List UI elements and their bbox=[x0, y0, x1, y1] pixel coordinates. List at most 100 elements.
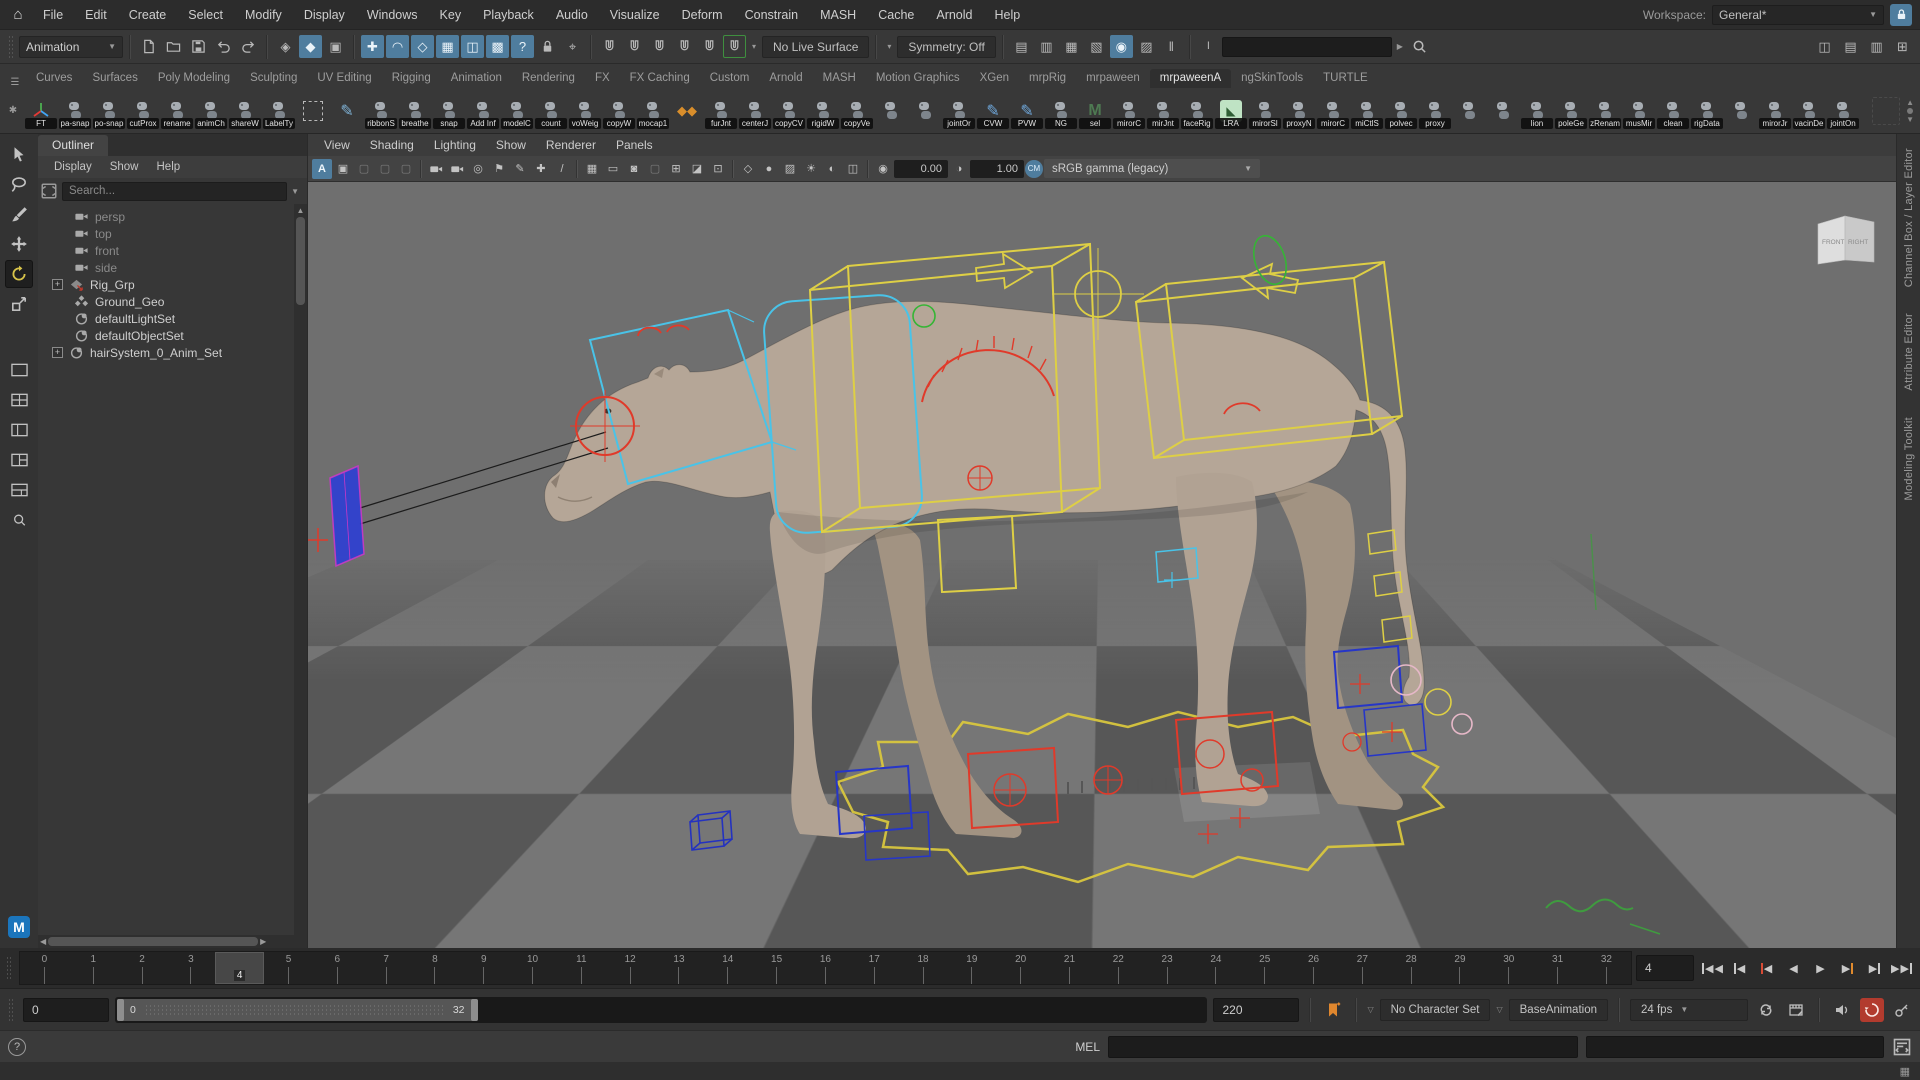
menu-constrain[interactable]: Constrain bbox=[734, 0, 810, 30]
xray-icon[interactable]: ◫ bbox=[843, 159, 863, 179]
play-backwards-button[interactable]: ◀ bbox=[1781, 955, 1806, 981]
save-scene-icon[interactable] bbox=[187, 35, 210, 58]
timeline-frame-27[interactable]: 27 bbox=[1338, 952, 1387, 984]
drag-handle[interactable] bbox=[8, 998, 15, 1022]
shelf-button-rename[interactable]: rename bbox=[160, 91, 194, 131]
timeline-frame-9[interactable]: 9 bbox=[459, 952, 508, 984]
outliner-tab[interactable]: Outliner bbox=[38, 135, 108, 156]
timeline-frame-14[interactable]: 14 bbox=[703, 952, 752, 984]
timeline-frame-7[interactable]: 7 bbox=[362, 952, 411, 984]
timeline-frame-1[interactable]: 1 bbox=[69, 952, 118, 984]
shelf-button-copycv[interactable]: copyCV bbox=[772, 91, 806, 131]
select-object-icon[interactable]: ◆ bbox=[299, 35, 322, 58]
shelf-button-mirjnt[interactable]: mirJnt bbox=[1146, 91, 1180, 131]
outliner-item-front[interactable]: front bbox=[38, 242, 294, 259]
tool-settings-toggle-icon[interactable]: ▥ bbox=[1865, 35, 1888, 58]
menu-help[interactable]: Help bbox=[984, 0, 1032, 30]
outliner-item-persp[interactable]: persp bbox=[38, 208, 294, 225]
shelf-tab-arnold[interactable]: Arnold bbox=[759, 69, 812, 88]
workspace-select[interactable]: General* ▼ bbox=[1712, 5, 1884, 25]
mel-label[interactable]: MEL bbox=[1075, 1040, 1100, 1054]
timeline-frame-2[interactable]: 2 bbox=[118, 952, 167, 984]
shelf-button-copyve[interactable]: copyVe bbox=[840, 91, 874, 131]
menu-create[interactable]: Create bbox=[118, 0, 178, 30]
snap-to-planes-icon[interactable] bbox=[698, 35, 721, 58]
timeline-frame-31[interactable]: 31 bbox=[1533, 952, 1582, 984]
shelf-button[interactable]: ◆◆ bbox=[670, 91, 704, 131]
shelf-button-furjnt[interactable]: furJnt bbox=[704, 91, 738, 131]
shelf-button-animch[interactable]: animCh bbox=[194, 91, 228, 131]
make-object-live-icon[interactable] bbox=[723, 35, 746, 58]
persp-graph-layout-button[interactable] bbox=[5, 446, 33, 474]
scroll-thumb[interactable] bbox=[48, 937, 258, 946]
chevron-down-icon[interactable]: ▽ bbox=[1496, 1005, 1502, 1014]
film-gate-icon[interactable]: ▭ bbox=[603, 159, 623, 179]
shelf-button[interactable] bbox=[1724, 91, 1758, 131]
shelf-tab-sculpting[interactable]: Sculpting bbox=[240, 69, 307, 88]
timeline-frame-25[interactable]: 25 bbox=[1240, 952, 1289, 984]
select-camera-icon[interactable] bbox=[426, 159, 446, 179]
shelf-button-count[interactable]: count bbox=[534, 91, 568, 131]
fps-select[interactable]: 24 fps▼ bbox=[1630, 999, 1748, 1021]
timeline-frame-12[interactable]: 12 bbox=[606, 952, 655, 984]
view-transform-toggle-icon[interactable]: A bbox=[312, 159, 332, 179]
shelf-tab-xgen[interactable]: XGen bbox=[970, 69, 1019, 88]
move-tool[interactable] bbox=[5, 230, 33, 258]
shelf-button-copyw[interactable]: copyW bbox=[602, 91, 636, 131]
shelf-tab-mash[interactable]: MASH bbox=[813, 69, 866, 88]
wireframe-icon[interactable]: ◇ bbox=[738, 159, 758, 179]
zoom-layout-button[interactable] bbox=[5, 506, 33, 534]
menu-set-select[interactable]: Animation ▼ bbox=[19, 36, 123, 58]
outliner-item-defaultobjectset[interactable]: defaultObjectSet bbox=[38, 327, 294, 344]
lion-model[interactable] bbox=[545, 301, 1424, 838]
render-view-icon[interactable]: ▦ bbox=[1060, 35, 1083, 58]
shelf-tab-uv-editing[interactable]: UV Editing bbox=[307, 69, 381, 88]
timeline-frame-21[interactable]: 21 bbox=[1045, 952, 1094, 984]
step-forward-frame-button[interactable]: ▶ bbox=[1835, 955, 1860, 981]
snap-to-curves-icon[interactable] bbox=[623, 35, 646, 58]
single-pane-layout-button[interactable] bbox=[5, 356, 33, 384]
pan-zoom-icon[interactable]: ✚ bbox=[531, 159, 551, 179]
select-tool[interactable] bbox=[5, 140, 33, 168]
shelf-button-cvw[interactable]: ✎CVW bbox=[976, 91, 1010, 131]
open-scene-icon[interactable] bbox=[162, 35, 185, 58]
timeline-frame-11[interactable]: 11 bbox=[557, 952, 606, 984]
gizmo-front-label[interactable]: FRONT bbox=[1822, 239, 1844, 246]
bookmark-icon[interactable]: ⚑ bbox=[489, 159, 509, 179]
tab-attribute-editor[interactable]: Attribute Editor bbox=[1903, 313, 1915, 391]
shelf-button-polvec[interactable]: polvec bbox=[1384, 91, 1418, 131]
symmetry-arrow-icon[interactable]: ▾ bbox=[883, 35, 895, 58]
timeline-frame-26[interactable]: 26 bbox=[1289, 952, 1338, 984]
shelf-button-snap[interactable]: snap bbox=[432, 91, 466, 131]
shelf-button[interactable]: ✎ bbox=[330, 91, 364, 131]
outliner-menu-help[interactable]: Help bbox=[149, 161, 189, 173]
expand-icon[interactable]: + bbox=[52, 279, 63, 290]
custom-layout-button[interactable] bbox=[5, 476, 33, 504]
ibeam-input-icon[interactable]: I bbox=[1197, 35, 1220, 58]
shelf-button-jointor[interactable]: jointOr bbox=[942, 91, 976, 131]
maya-logo[interactable]: M bbox=[8, 916, 30, 938]
chevron-down-icon[interactable]: ▼ bbox=[291, 187, 303, 196]
shelf-tab-mrpaweena[interactable]: mrpaweenA bbox=[1150, 69, 1231, 88]
undo-icon[interactable] bbox=[212, 35, 235, 58]
shelf-button-rigidw[interactable]: rigidW bbox=[806, 91, 840, 131]
extra-display-icon[interactable]: ▢ bbox=[396, 159, 416, 179]
outliner-vertical-scrollbar[interactable]: ▲ bbox=[294, 204, 307, 935]
pause-viewport-icon[interactable]: ‖ bbox=[1160, 35, 1183, 58]
lasso-tool[interactable] bbox=[5, 170, 33, 198]
new-scene-icon[interactable] bbox=[137, 35, 160, 58]
shelf-tab-mrpaween[interactable]: mrpaween bbox=[1076, 69, 1150, 88]
go-to-start-button[interactable]: ◀◀ bbox=[1700, 955, 1725, 981]
timeline-frame-10[interactable]: 10 bbox=[508, 952, 557, 984]
menu-file[interactable]: File bbox=[32, 0, 74, 30]
timeline-frame-15[interactable]: 15 bbox=[752, 952, 801, 984]
shelf-button-labelty[interactable]: LabelTy bbox=[262, 91, 296, 131]
rotate-tool[interactable] bbox=[5, 260, 33, 288]
tab-modeling-toolkit[interactable]: Modeling Toolkit bbox=[1903, 417, 1915, 500]
snap-help-icon[interactable]: ? bbox=[511, 35, 534, 58]
timeline-frame-19[interactable]: 19 bbox=[947, 952, 996, 984]
shelf-button-voweig[interactable]: voWeig bbox=[568, 91, 602, 131]
outliner-search-input[interactable]: Search... bbox=[62, 182, 287, 201]
scroll-thumb[interactable] bbox=[296, 217, 305, 305]
shelf-button-clean[interactable]: clean bbox=[1656, 91, 1690, 131]
